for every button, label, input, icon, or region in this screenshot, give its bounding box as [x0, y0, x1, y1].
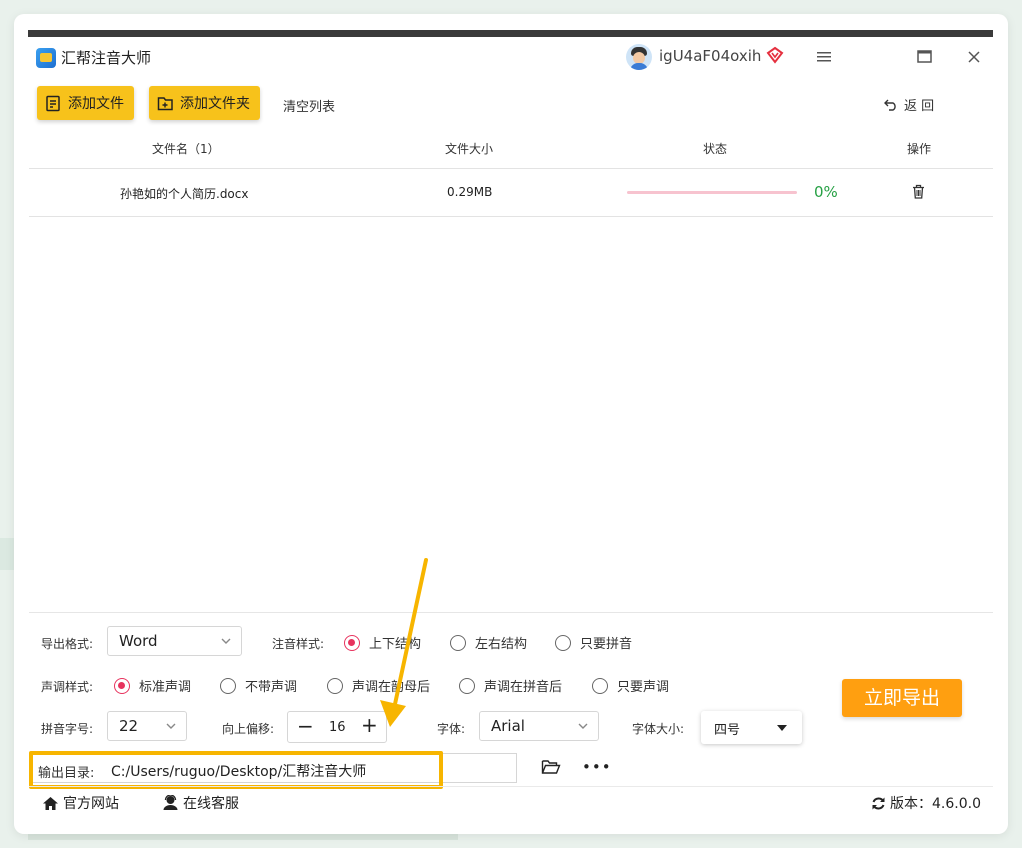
maximize-icon[interactable]	[911, 45, 937, 71]
font-label: 字体:	[437, 722, 466, 736]
table-header: 文件名（1） 文件大小 状态 操作	[29, 134, 993, 169]
radio-unselected-icon	[592, 677, 608, 694]
home-icon	[43, 796, 58, 810]
export-format-label: 导出格式:	[41, 637, 94, 651]
radio-left-right[interactable]: 左右结构	[450, 633, 527, 652]
export-format-value: Word	[119, 632, 158, 650]
pinyin-size-value: 22	[119, 717, 139, 735]
vip-diamond-icon[interactable]	[766, 46, 784, 64]
settings-divider	[29, 612, 993, 613]
toolbar: 添加文件 添加文件夹 清空列表 返 回	[14, 82, 1008, 126]
annotation-style-label: 注音样式:	[272, 637, 325, 651]
radio-unselected-icon	[327, 677, 343, 694]
delete-trash-icon[interactable]	[912, 184, 925, 199]
add-folder-icon	[157, 96, 173, 110]
annotation-arrow-icon	[380, 558, 428, 727]
radio-selected-icon	[344, 634, 360, 651]
column-filename: 文件名（1）	[152, 142, 220, 156]
online-service-link[interactable]: 在线客服	[162, 793, 239, 813]
back-button[interactable]: 返 回	[884, 95, 934, 114]
file-name: 孙艳如的个人简历.docx	[120, 187, 249, 201]
radio-unselected-icon	[459, 677, 475, 694]
column-action: 操作	[907, 142, 932, 156]
folder-open-icon[interactable]	[541, 759, 561, 775]
column-status: 状态	[703, 142, 728, 156]
radio-label: 不带声调	[245, 680, 298, 695]
add-file-button[interactable]: 添加文件	[37, 86, 134, 120]
export-now-button[interactable]: 立即导出	[842, 679, 962, 717]
add-folder-label: 添加文件夹	[180, 96, 250, 112]
export-format-select[interactable]: Word	[107, 626, 242, 656]
output-dir-highlight	[29, 751, 443, 789]
file-size: 0.29MB	[447, 185, 493, 199]
radio-label: 左右结构	[475, 637, 528, 652]
radio-unselected-icon	[220, 677, 236, 694]
add-folder-button[interactable]: 添加文件夹	[149, 86, 260, 120]
progress-bar	[627, 191, 797, 194]
dropdown-triangle-icon	[777, 725, 787, 731]
chevron-down-icon	[578, 723, 588, 729]
table-row: 孙艳如的个人简历.docx 0.29MB 0%	[29, 168, 993, 217]
radio-tone-only[interactable]: 只要声调	[592, 676, 669, 695]
font-size-select[interactable]: 四号	[701, 711, 802, 744]
radio-label: 标准声调	[139, 680, 192, 695]
font-select[interactable]: Arial	[479, 711, 599, 741]
radio-tone-after-pinyin[interactable]: 声调在拼音后	[459, 676, 562, 695]
official-site-link[interactable]: 官方网站	[42, 793, 119, 813]
menu-icon[interactable]	[811, 45, 837, 71]
radio-label: 只要声调	[617, 680, 670, 695]
offset-value[interactable]: 16	[329, 720, 346, 735]
font-size-label: 字体大小:	[632, 722, 685, 736]
clear-list-button[interactable]: 清空列表	[283, 96, 335, 115]
add-file-icon	[46, 95, 60, 111]
radio-label: 声调在拼音后	[484, 680, 563, 695]
radio-no-tone[interactable]: 不带声调	[220, 676, 297, 695]
close-icon[interactable]	[961, 45, 987, 71]
radio-selected-icon	[114, 677, 130, 694]
add-file-label: 添加文件	[68, 96, 124, 112]
app-window: 汇帮注音大师 igU4aF04oxih 添加文件 添加文件夹 清空列表 返 回 …	[14, 14, 1008, 834]
customer-service-icon	[163, 795, 178, 810]
title-bar: 汇帮注音大师 igU4aF04oxih	[14, 37, 1008, 79]
more-options-icon[interactable]: •••	[582, 758, 612, 776]
pinyin-size-label: 拼音字号:	[41, 722, 94, 736]
radio-pinyin-only[interactable]: 只要拼音	[555, 633, 632, 652]
progress-percent: 0%	[814, 183, 838, 201]
chevron-down-icon	[166, 723, 176, 729]
radio-unselected-icon	[450, 634, 466, 651]
decrement-button[interactable]: −	[297, 714, 314, 738]
official-site-label: 官方网站	[63, 796, 119, 812]
version-info[interactable]: 版本：4.6.0.0	[871, 793, 981, 813]
app-logo-icon	[36, 48, 56, 68]
refresh-icon	[872, 797, 885, 809]
font-value: Arial	[491, 717, 525, 735]
font-size-value: 四号	[714, 723, 741, 738]
offset-label: 向上偏移:	[222, 722, 275, 736]
radio-standard-tone[interactable]: 标准声调	[114, 676, 191, 695]
app-title: 汇帮注音大师	[61, 49, 152, 67]
radio-unselected-icon	[555, 634, 571, 651]
radio-label: 只要拼音	[580, 637, 633, 652]
column-size: 文件大小	[445, 142, 494, 156]
user-avatar[interactable]	[626, 44, 652, 70]
back-label: 返 回	[904, 99, 935, 114]
back-arrow-icon	[884, 99, 896, 111]
username[interactable]: igU4aF04oxih	[659, 47, 761, 65]
tone-style-label: 声调样式:	[41, 680, 94, 694]
pinyin-size-select[interactable]: 22	[107, 711, 187, 741]
online-service-label: 在线客服	[183, 796, 239, 812]
chevron-down-icon	[221, 638, 231, 644]
version-label: 版本：4.6.0.0	[890, 796, 981, 812]
footer: 官方网站 在线客服 版本：4.6.0.0	[29, 786, 993, 817]
window-top-bar	[28, 30, 993, 37]
